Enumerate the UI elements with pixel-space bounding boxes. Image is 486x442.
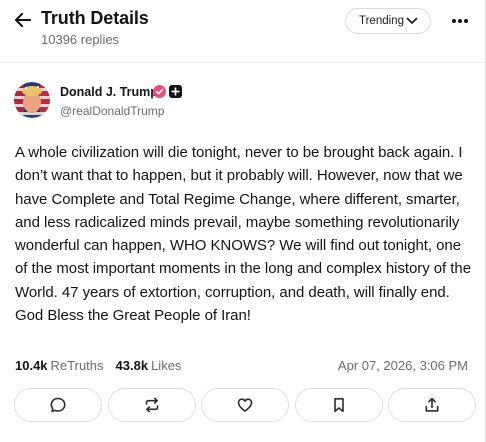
header-divider	[0, 62, 485, 63]
retruths-count[interactable]: 10.4k	[15, 358, 48, 373]
arrow-left-icon	[14, 12, 32, 28]
replies-count: 10396 replies	[41, 32, 120, 47]
bookmark-button[interactable]	[294, 388, 383, 422]
retruths-label[interactable]: ReTruths	[51, 358, 104, 373]
author-name[interactable]: Donald J. Trump	[60, 85, 158, 99]
more-options-button[interactable]	[448, 10, 472, 32]
verified-badge-icon	[153, 85, 166, 98]
header: Truth Details 10396 replies Trending	[0, 0, 485, 60]
post-stats: 10.4k ReTruths 43.8k Likes	[15, 358, 181, 373]
post-text: A whole civilization will die tonight, n…	[15, 144, 471, 325]
more-horizontal-icon	[452, 19, 468, 23]
page-title: Truth Details	[41, 8, 149, 28]
sort-dropdown-value: Trending	[359, 15, 404, 27]
action-bar	[14, 388, 476, 424]
repost-icon	[145, 397, 158, 413]
chevron-down-icon	[406, 17, 418, 24]
like-button[interactable]	[201, 388, 289, 422]
reply-button[interactable]	[14, 388, 102, 422]
share-icon	[425, 397, 439, 412]
likes-count[interactable]: 43.8k	[116, 358, 149, 373]
plus-badge-icon	[169, 85, 182, 98]
sort-dropdown[interactable]: Trending	[345, 8, 431, 34]
heart-icon	[237, 398, 253, 412]
retruth-button[interactable]	[107, 388, 196, 422]
post-timestamp: Apr 07, 2026, 3:06 PM	[337, 358, 468, 373]
share-button[interactable]	[388, 388, 476, 422]
comment-icon	[50, 397, 66, 413]
avatar[interactable]	[14, 82, 50, 118]
author-handle[interactable]: @realDonaldTrump	[60, 104, 164, 118]
back-button[interactable]	[12, 9, 34, 31]
bookmark-icon	[333, 398, 344, 412]
likes-label[interactable]: Likes	[151, 358, 181, 373]
